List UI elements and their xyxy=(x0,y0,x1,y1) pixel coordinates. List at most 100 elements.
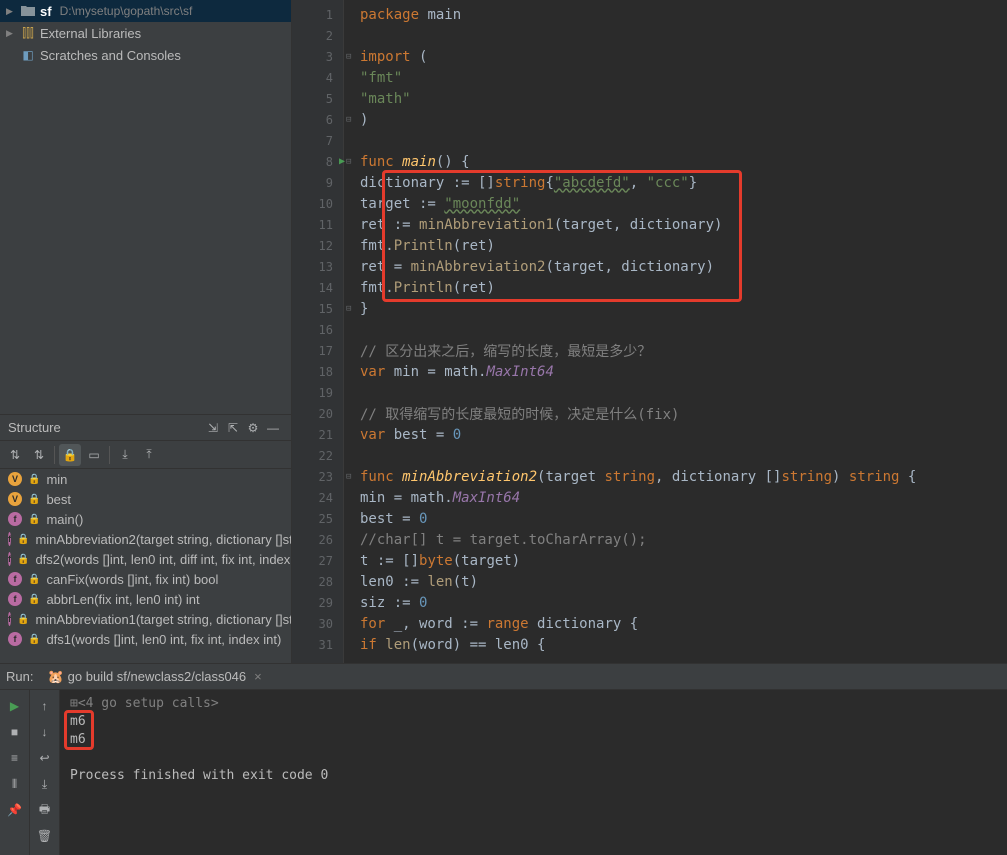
structure-list[interactable]: V🔒min V🔒best f🔒main() f🔒minAbbreviation2… xyxy=(0,469,291,663)
line-number[interactable]: 22 xyxy=(292,445,343,466)
scroll-end-icon[interactable]: ⤓ xyxy=(33,772,57,796)
run-tab[interactable]: 🐹 go build sf/newclass2/class046 × xyxy=(39,667,269,687)
variable-icon: V xyxy=(8,492,22,506)
expand-icon[interactable]: ⇲ xyxy=(203,418,223,438)
line-number[interactable]: 28 xyxy=(292,571,343,592)
line-number[interactable]: 6 xyxy=(292,109,343,130)
line-number[interactable]: 10 xyxy=(292,193,343,214)
line-number[interactable]: 25 xyxy=(292,508,343,529)
line-number[interactable]: 12 xyxy=(292,235,343,256)
run-header: Run: 🐹 go build sf/newclass2/class046 × xyxy=(0,664,1007,690)
line-number[interactable]: 17 xyxy=(292,340,343,361)
layout2-icon[interactable]: ⫴ xyxy=(3,772,27,796)
sort-visibility-icon[interactable]: ⇅ xyxy=(28,444,50,466)
chevron-right-icon: ▶ xyxy=(6,6,16,17)
lock-icon: 🔒 xyxy=(28,514,40,525)
autoscroll-to-icon[interactable]: ⤓ xyxy=(114,444,136,466)
gutter[interactable]: 1 2 3 4 5 6 7 8▶ 9 10 11 12 13 14 15 16 … xyxy=(292,0,344,663)
line-number[interactable]: 4 xyxy=(292,67,343,88)
sort-alpha-icon[interactable]: ⇅ xyxy=(4,444,26,466)
code-editor[interactable]: 1 2 3 4 5 6 7 8▶ 9 10 11 12 13 14 15 16 … xyxy=(292,0,1007,663)
project-tree[interactable]: ▶ sf D:\mysetup\gopath\src\sf ▶ ⫿⫿⫿ Exte… xyxy=(0,0,291,415)
line-number[interactable]: 11 xyxy=(292,214,343,235)
console-line: m6 xyxy=(70,714,997,732)
line-number[interactable]: 16 xyxy=(292,319,343,340)
line-number[interactable]: 31 xyxy=(292,634,343,655)
line-number[interactable]: 5 xyxy=(292,88,343,109)
folder-icon[interactable]: ▭ xyxy=(83,444,105,466)
line-number[interactable]: 24 xyxy=(292,487,343,508)
code-area[interactable]: package main ⊟import ( "fmt" "math" ⊟) ⊟… xyxy=(344,0,1007,663)
lock-icon: 🔒 xyxy=(28,594,40,605)
line-number[interactable]: 15 xyxy=(292,298,343,319)
fold-icon[interactable]: ⊟ xyxy=(346,52,351,62)
tree-root-path: D:\mysetup\gopath\src\sf xyxy=(60,4,193,18)
line-number[interactable]: 14 xyxy=(292,277,343,298)
stop-icon[interactable]: ■ xyxy=(3,720,27,744)
tree-item-scratches[interactable]: ◧ Scratches and Consoles xyxy=(0,44,291,66)
line-number[interactable]: 1 xyxy=(292,4,343,25)
run-mid-toolbar: ↑ ↓ ↩ ⤓ 🖶 🗑 xyxy=(30,690,60,855)
line-number[interactable]: 19 xyxy=(292,382,343,403)
line-number[interactable]: 20 xyxy=(292,403,343,424)
structure-header: Structure ⇲ ⇱ ⚙ — xyxy=(0,415,291,441)
rerun-icon[interactable]: ▶ xyxy=(3,694,27,718)
structure-item[interactable]: f🔒abbrLen(fix int, len0 int) int xyxy=(0,589,291,609)
up-icon[interactable]: ↑ xyxy=(33,694,57,718)
line-number[interactable]: 9 xyxy=(292,172,343,193)
line-number[interactable]: 29 xyxy=(292,592,343,613)
lock-icon: 🔒 xyxy=(17,614,29,625)
line-number[interactable]: 3 xyxy=(292,46,343,67)
down-icon[interactable]: ↓ xyxy=(33,720,57,744)
line-number[interactable]: 21 xyxy=(292,424,343,445)
structure-item[interactable]: V🔒min xyxy=(0,469,291,489)
function-icon: f xyxy=(8,572,22,586)
line-number[interactable]: 8▶ xyxy=(292,151,343,172)
line-number[interactable]: 13 xyxy=(292,256,343,277)
line-number[interactable]: 27 xyxy=(292,550,343,571)
tree-item-libraries[interactable]: ▶ ⫿⫿⫿ External Libraries xyxy=(0,22,291,44)
fold-icon[interactable]: ⊟ xyxy=(346,157,351,167)
line-number[interactable]: 7 xyxy=(292,130,343,151)
fold-end-icon[interactable]: ⊟ xyxy=(346,304,351,314)
layout-icon[interactable]: ≡ xyxy=(3,746,27,770)
structure-item[interactable]: f🔒minAbbreviation2(target string, dictio… xyxy=(0,529,291,549)
structure-toolbar: ⇅ ⇅ 🔒 ▭ ⤓ ⤒ xyxy=(0,441,291,469)
fold-end-icon[interactable]: ⊟ xyxy=(346,115,351,125)
structure-item[interactable]: f🔒canFix(words []int, fix int) bool xyxy=(0,569,291,589)
lock-icon: 🔒 xyxy=(28,634,40,645)
variable-icon: V xyxy=(8,472,22,486)
run-console[interactable]: ⊞<4 go setup calls> m6 m6 Process finish… xyxy=(60,690,1007,855)
print-icon[interactable]: 🖶 xyxy=(33,798,57,822)
console-line: m6 xyxy=(70,732,997,750)
tree-root-name: sf xyxy=(40,4,52,19)
console-line: Process finished with exit code 0 xyxy=(70,768,997,786)
collapse-icon[interactable]: ⇱ xyxy=(223,418,243,438)
close-icon[interactable]: × xyxy=(254,669,262,684)
structure-item[interactable]: f🔒main() xyxy=(0,509,291,529)
function-icon: f xyxy=(8,552,11,566)
lock-icon: 🔒 xyxy=(28,474,40,485)
pin-icon[interactable]: 📌 xyxy=(3,798,27,822)
structure-item[interactable]: f🔒minAbbreviation1(target string, dictio… xyxy=(0,609,291,629)
structure-item[interactable]: V🔒best xyxy=(0,489,291,509)
structure-item[interactable]: f🔒dfs1(words []int, len0 int, fix int, i… xyxy=(0,629,291,649)
structure-item[interactable]: f🔒dfs2(words []int, len0 int, diff int, … xyxy=(0,549,291,569)
line-number[interactable]: 18 xyxy=(292,361,343,382)
lock-icon[interactable]: 🔒 xyxy=(59,444,81,466)
line-number[interactable]: 23 xyxy=(292,466,343,487)
line-number[interactable]: 30 xyxy=(292,613,343,634)
minimize-icon[interactable]: — xyxy=(263,418,283,438)
autoscroll-from-icon[interactable]: ⤒ xyxy=(138,444,160,466)
lock-icon: 🔒 xyxy=(17,534,29,545)
line-number[interactable]: 26 xyxy=(292,529,343,550)
line-number[interactable]: 2 xyxy=(292,25,343,46)
fold-icon[interactable]: ⊟ xyxy=(346,472,351,482)
trash-icon[interactable]: 🗑 xyxy=(33,824,57,848)
function-icon: f xyxy=(8,532,11,546)
lock-icon: 🔒 xyxy=(17,554,29,565)
soft-wrap-icon[interactable]: ↩ xyxy=(33,746,57,770)
run-left-toolbar: ▶ ■ ≡ ⫴ 📌 xyxy=(0,690,30,855)
tree-root[interactable]: ▶ sf D:\mysetup\gopath\src\sf xyxy=(0,0,291,22)
gear-icon[interactable]: ⚙ xyxy=(243,418,263,438)
